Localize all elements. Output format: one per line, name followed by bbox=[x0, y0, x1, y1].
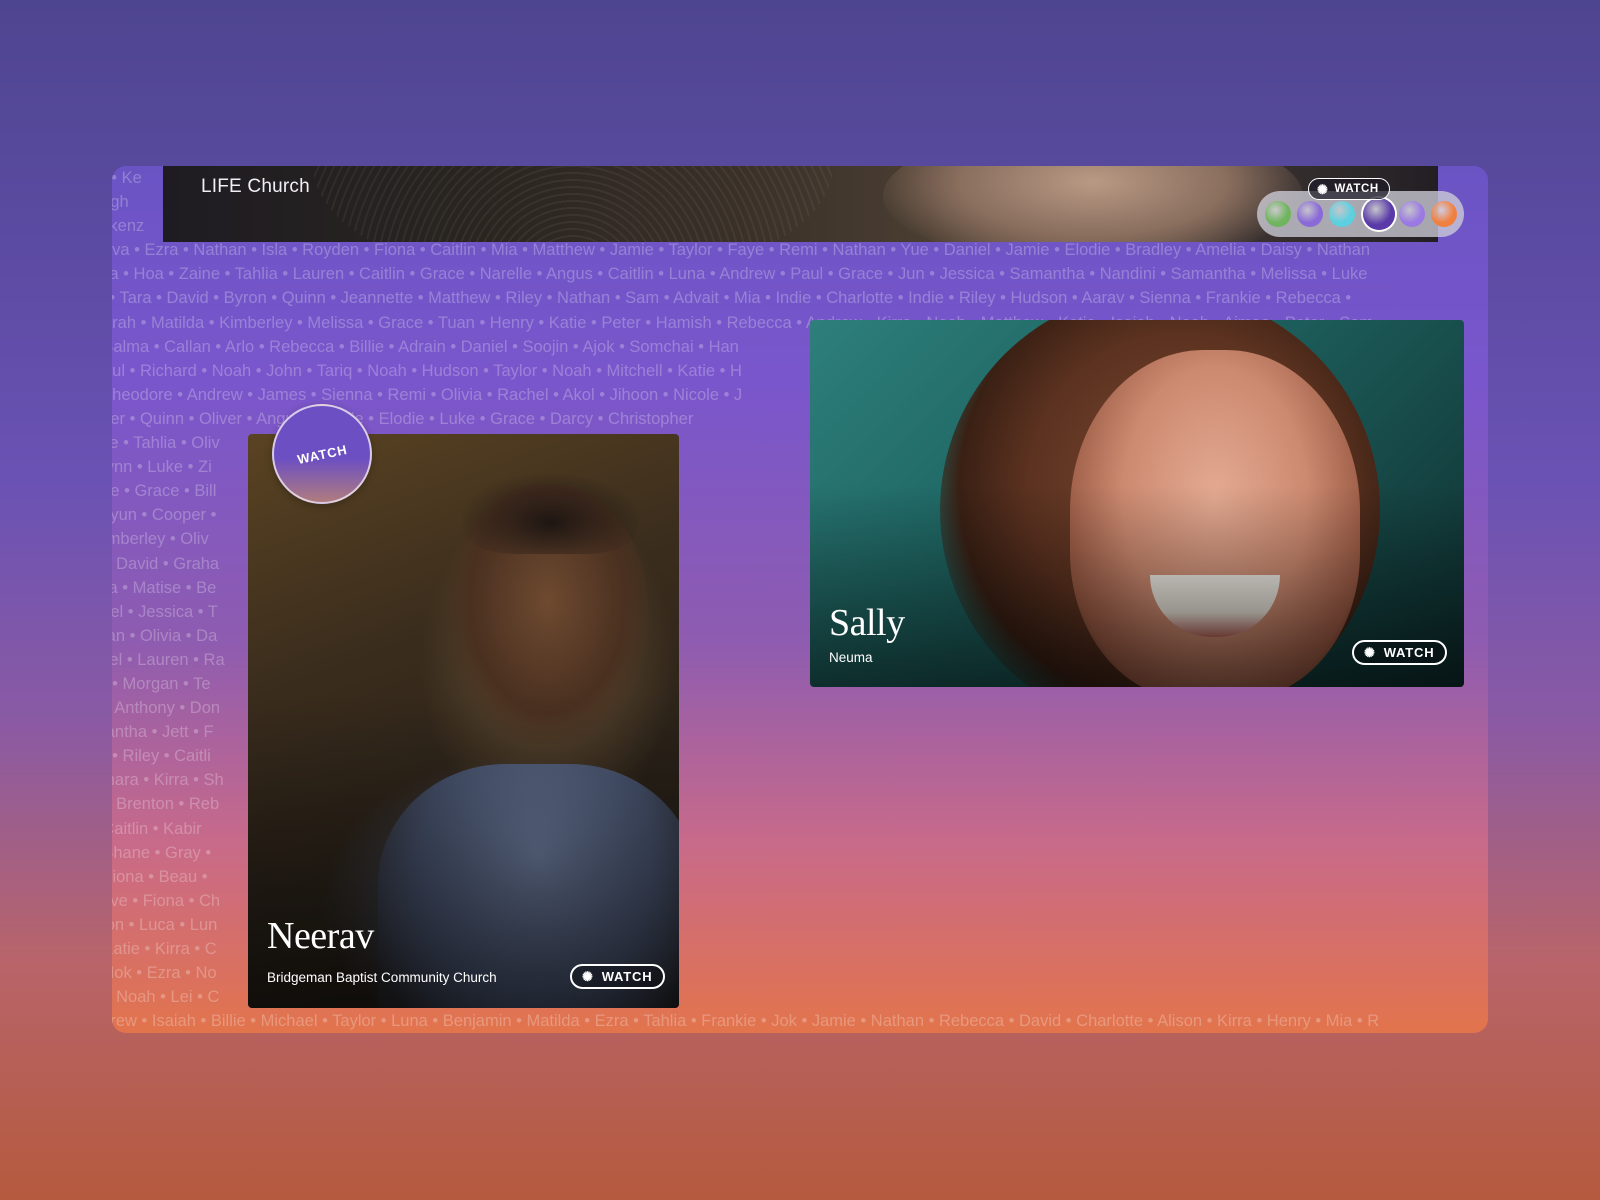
names-wall: or • Keunghackenz• Ava • Ezra • Nathan •… bbox=[112, 166, 1488, 1033]
cyan-swatch[interactable] bbox=[1329, 201, 1355, 227]
video-card-neerav[interactable]: Neerav Bridgeman Baptist Community Churc… bbox=[248, 434, 679, 1008]
burst-icon: ✺ bbox=[582, 969, 594, 984]
violet-swatch[interactable] bbox=[1297, 201, 1323, 227]
background-names-row: el • Tara • David • Byron • Quinn • Jean… bbox=[112, 289, 1352, 308]
burst-icon: ✺ bbox=[1364, 645, 1376, 660]
video-card-sally[interactable]: Sally Neuma ✺ WATCH bbox=[810, 320, 1464, 687]
background-names-row: ndrew • Isaiah • Billie • Michael • Tayl… bbox=[112, 1012, 1380, 1031]
picker-watch-label: WATCH bbox=[1334, 183, 1379, 195]
watch-label: WATCH bbox=[601, 969, 653, 984]
card-church: Bridgeman Baptist Community Church bbox=[267, 970, 497, 985]
indigo-swatch[interactable] bbox=[1363, 198, 1395, 230]
watch-button[interactable]: ✺ WATCH bbox=[570, 964, 666, 989]
watch-circle-label: WATCH bbox=[295, 441, 349, 467]
card-shade bbox=[248, 692, 679, 1008]
card-name: Sally bbox=[829, 602, 905, 644]
card-church: Neuma bbox=[829, 650, 873, 665]
watch-label: WATCH bbox=[1383, 645, 1435, 660]
orange-swatch[interactable] bbox=[1431, 201, 1457, 227]
card-name: Neerav bbox=[267, 915, 374, 957]
brand-title: LIFE Church bbox=[201, 176, 310, 197]
green-swatch[interactable] bbox=[1265, 201, 1291, 227]
burst-icon: ✺ bbox=[1317, 181, 1329, 197]
banner-figure bbox=[883, 166, 1303, 242]
top-video-banner[interactable] bbox=[163, 166, 1438, 242]
banner-texture bbox=[313, 166, 833, 242]
picker-watch-button[interactable]: ✺ WATCH bbox=[1308, 178, 1390, 200]
background-names-row: thia • Hoa • Zaine • Tahlia • Lauren • C… bbox=[112, 265, 1368, 284]
watch-button[interactable]: ✺ WATCH bbox=[1352, 640, 1448, 665]
watch-circle-button[interactable]: WATCH bbox=[272, 404, 372, 504]
lilac-swatch[interactable] bbox=[1399, 201, 1425, 227]
portrait-hair bbox=[463, 474, 638, 554]
